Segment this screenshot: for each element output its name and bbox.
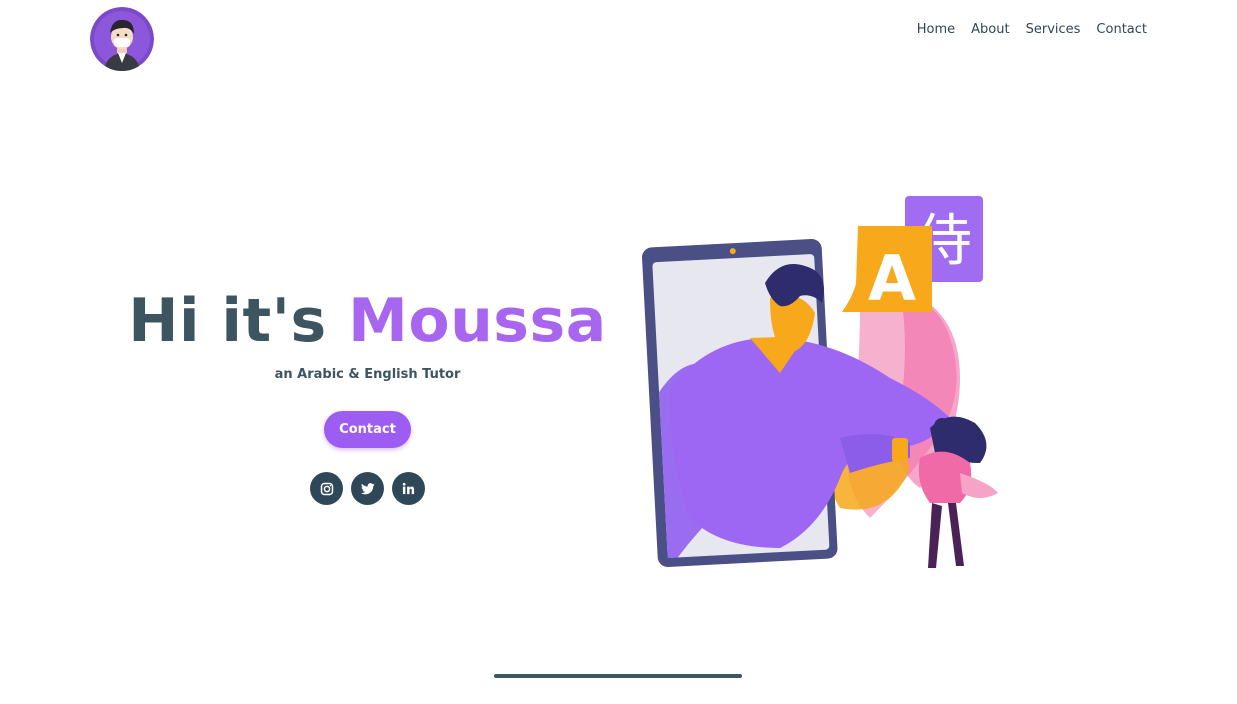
main-nav: Home About Services Contact	[917, 21, 1147, 39]
hero-subtitle: an Arabic & English Tutor	[274, 367, 461, 382]
hero-title: Hi it's Moussa	[0, 283, 735, 359]
nav-home-link[interactable]: Home	[917, 21, 955, 39]
avatar[interactable]	[90, 7, 154, 71]
page: Home About Services Contact Hi it's Mous…	[0, 0, 1237, 704]
language-tutor-illustration: 侍 A	[641, 196, 998, 568]
linkedin-link[interactable]	[392, 472, 425, 505]
instagram-icon	[320, 482, 333, 495]
hero-greeting: Hi it's	[128, 286, 349, 356]
nav-services-link[interactable]: Services	[1026, 21, 1081, 39]
twitter-icon	[360, 482, 375, 494]
letter-a-glyph: A	[868, 242, 916, 315]
instagram-link[interactable]	[310, 472, 343, 505]
twitter-link[interactable]	[351, 472, 384, 505]
hero-illustration: 侍 A	[630, 188, 1010, 578]
nav-contact-link[interactable]: Contact	[1096, 21, 1147, 39]
avatar-illustration	[90, 7, 154, 71]
bottom-divider	[494, 674, 742, 678]
nav-about-link[interactable]: About	[971, 21, 1009, 39]
linkedin-icon	[402, 482, 415, 495]
hero-name: Moussa	[348, 286, 607, 356]
social-links	[310, 472, 425, 505]
contact-button[interactable]: Contact	[324, 411, 411, 448]
